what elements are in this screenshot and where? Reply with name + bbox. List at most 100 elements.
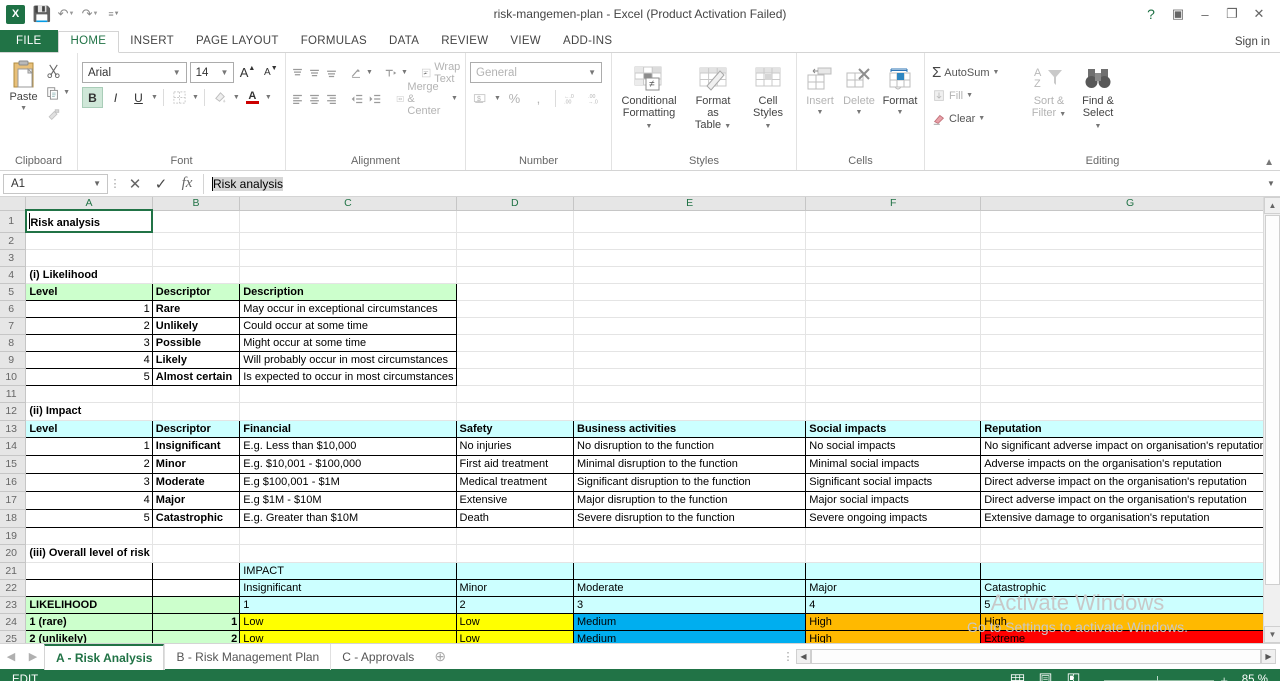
cell-D15[interactable]: First aid treatment (456, 455, 573, 473)
cell-B14[interactable]: Insignificant (152, 437, 239, 455)
cell-B15[interactable]: Minor (152, 455, 239, 473)
row-header-20[interactable]: 20 (0, 544, 26, 562)
cell-B4[interactable] (152, 266, 239, 283)
horizontal-scroll-thumb[interactable] (811, 649, 1261, 664)
cell-F8[interactable] (806, 334, 981, 351)
conditional-formatting-dropdown-icon[interactable]: ▼ (646, 123, 653, 130)
format-painter-button[interactable] (43, 104, 73, 125)
cell-A24[interactable]: 1 (rare) (26, 613, 152, 630)
row-header-11[interactable]: 11 (0, 385, 26, 402)
select-all-corner[interactable] (0, 197, 26, 210)
cell-F17[interactable]: Major social impacts (806, 491, 981, 509)
sheet-tab-risk-analysis[interactable]: A - Risk Analysis (44, 644, 164, 670)
number-format-dropdown-icon[interactable]: ▼ (585, 68, 599, 77)
conditional-formatting-button[interactable]: ≠ Conditional Formatting ▼ (618, 60, 680, 155)
zoom-track[interactable] (1104, 680, 1214, 681)
cell-E14[interactable]: No disruption to the function (574, 437, 806, 455)
cell-B7[interactable]: Unlikely (152, 317, 239, 334)
cell-C19[interactable] (240, 527, 456, 544)
decrease-decimal-button[interactable]: .00→.0 (586, 88, 607, 109)
cell-C25[interactable]: Low (240, 630, 456, 643)
name-box[interactable]: A1 ▼ (3, 174, 108, 194)
cell-A12[interactable]: (ii) Impact (26, 402, 152, 420)
cell-E17[interactable]: Major disruption to the function (574, 491, 806, 509)
decrease-indent-button[interactable] (349, 88, 365, 109)
undo-icon[interactable]: ↶▼ (55, 3, 77, 25)
column-header-g[interactable]: G (981, 197, 1280, 210)
cell-B11[interactable] (152, 385, 239, 402)
cell-E22[interactable]: Moderate (574, 579, 806, 596)
cell-B23[interactable] (152, 596, 239, 613)
cell-G1[interactable] (981, 210, 1280, 232)
fill-button[interactable]: Fill ▼ (929, 85, 1025, 106)
comma-style-button[interactable]: , (528, 88, 549, 109)
cell-E24[interactable]: Medium (574, 613, 806, 630)
cell-E10[interactable] (574, 368, 806, 385)
cell-F10[interactable] (806, 368, 981, 385)
percent-style-button[interactable]: % (504, 88, 525, 109)
cell-E3[interactable] (574, 249, 806, 266)
cell-B20[interactable] (152, 544, 239, 562)
cell-G13[interactable]: Reputation (981, 420, 1280, 437)
cell-D16[interactable]: Medical treatment (456, 473, 573, 491)
cell-A21[interactable] (26, 562, 152, 579)
cell-D4[interactable] (456, 266, 573, 283)
delete-cells-button[interactable]: Delete ▼ (839, 60, 879, 155)
cell-E4[interactable] (574, 266, 806, 283)
cell-D21[interactable] (456, 562, 573, 579)
cell-A25[interactable]: 2 (unlikely) (26, 630, 152, 643)
cell-C23[interactable]: 1 (240, 596, 456, 613)
tab-home[interactable]: HOME (58, 31, 120, 53)
delete-cells-dropdown-icon[interactable]: ▼ (856, 107, 863, 119)
cell-F5[interactable] (806, 283, 981, 300)
cell-G12[interactable] (981, 402, 1280, 420)
font-family-combo[interactable]: Arial ▼ (82, 62, 187, 83)
tab-page-layout[interactable]: PAGE LAYOUT (185, 31, 290, 52)
cell-F20[interactable] (806, 544, 981, 562)
cell-E25[interactable]: Medium (574, 630, 806, 643)
cell-B10[interactable]: Almost certain (152, 368, 239, 385)
cell-F1[interactable] (806, 210, 981, 232)
cell-F4[interactable] (806, 266, 981, 283)
cell-E20[interactable] (574, 544, 806, 562)
cell-A3[interactable] (26, 249, 152, 266)
cell-D14[interactable]: No injuries (456, 437, 573, 455)
cell-D20[interactable] (456, 544, 573, 562)
cell-B13[interactable]: Descriptor (152, 420, 239, 437)
cell-D13[interactable]: Safety (456, 420, 573, 437)
row-header-22[interactable]: 22 (0, 579, 26, 596)
cell-E18[interactable]: Severe disruption to the function (574, 509, 806, 527)
cell-B8[interactable]: Possible (152, 334, 239, 351)
cell-G9[interactable] (981, 351, 1280, 368)
tab-file[interactable]: FILE (0, 30, 58, 52)
page-break-preview-icon[interactable] (1063, 672, 1083, 681)
format-cells-button[interactable]: Format ▼ (879, 60, 921, 155)
italic-button[interactable]: I (105, 87, 126, 108)
cell-D6[interactable] (456, 300, 573, 317)
format-as-table-dropdown-icon[interactable]: ▼ (724, 123, 731, 130)
cell-C16[interactable]: E.g $100,001 - $1M (240, 473, 456, 491)
cell-C4[interactable] (240, 266, 456, 283)
cell-A23[interactable]: LIKELIHOOD (26, 596, 152, 613)
cell-D8[interactable] (456, 334, 573, 351)
text-direction-dropdown-icon[interactable]: ▼ (401, 69, 408, 76)
cell-D24[interactable]: Low (456, 613, 573, 630)
cell-A14[interactable]: 1 (26, 437, 152, 455)
tab-data[interactable]: DATA (378, 31, 430, 52)
cell-F22[interactable]: Major (806, 579, 981, 596)
insert-cells-button[interactable]: Insert ▼ (801, 60, 839, 155)
vertical-scroll-thumb[interactable] (1265, 215, 1280, 585)
cell-E6[interactable] (574, 300, 806, 317)
cell-F15[interactable]: Minimal social impacts (806, 455, 981, 473)
cell-B2[interactable] (152, 232, 239, 249)
cell-A17[interactable]: 4 (26, 491, 152, 509)
cell-D18[interactable]: Death (456, 509, 573, 527)
cell-G16[interactable]: Direct adverse impact on the organisatio… (981, 473, 1280, 491)
clear-button[interactable]: Clear ▼ (929, 108, 1025, 129)
cell-D17[interactable]: Extensive (456, 491, 573, 509)
find-select-dropdown-icon[interactable]: ▼ (1095, 123, 1102, 130)
cell-E23[interactable]: 3 (574, 596, 806, 613)
row-header-5[interactable]: 5 (0, 283, 26, 300)
row-header-4[interactable]: 4 (0, 266, 26, 283)
tab-view[interactable]: VIEW (499, 31, 552, 52)
